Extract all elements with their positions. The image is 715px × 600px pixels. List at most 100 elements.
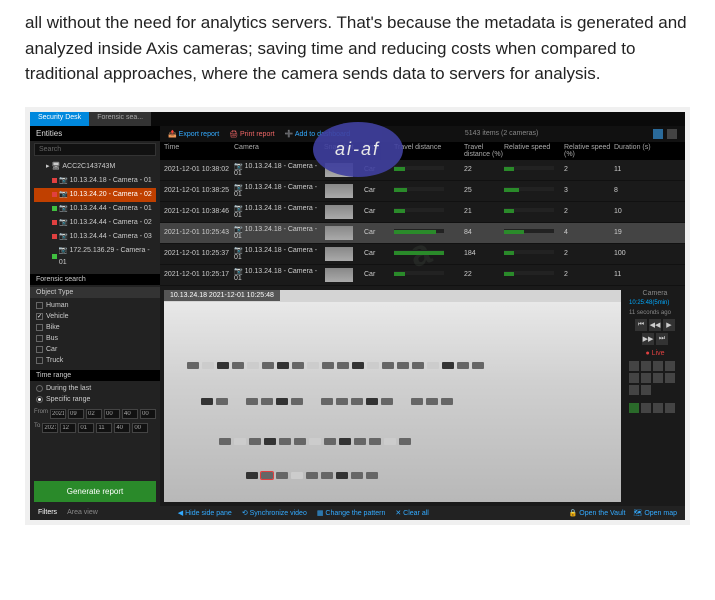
table-row[interactable]: 2021-12-01 10:38:46📷 10.13.24.18 - Camer… (160, 202, 685, 223)
table-row[interactable]: 2021-12-01 10:25:17📷 10.13.24.18 - Camer… (160, 265, 685, 286)
parking-lot-scene (164, 302, 621, 502)
checkbox-icon (36, 346, 43, 353)
cp-icon-8[interactable] (665, 373, 675, 383)
from-year[interactable] (50, 409, 66, 419)
object-type-checkbox[interactable]: Bus (36, 333, 154, 344)
video-overlay-title: 10.13.24.18 2021-12-01 10:25:48 (164, 290, 280, 301)
cp-icon-7[interactable] (653, 373, 663, 383)
cp-icon-1[interactable] (629, 361, 639, 371)
camera-tree: ▸ 🖥 ACC2C143743M 📷 10.13.24.18 - Camera … (30, 158, 160, 272)
cp-bottom-1[interactable] (629, 403, 639, 413)
to-month[interactable] (60, 423, 76, 433)
from-h[interactable] (104, 409, 120, 419)
forward-button[interactable]: ▶▶ (642, 333, 654, 345)
skip-fwd-button[interactable]: ⏭ (656, 333, 668, 345)
live-indicator[interactable]: ● Live (645, 350, 664, 357)
export-button[interactable]: 📤 Export report (168, 130, 219, 138)
object-type-header: Object Type (30, 287, 160, 298)
camera-tree-item[interactable]: 📷 10.13.24.44 - Camera - 03 (34, 230, 156, 244)
cp-icon-2[interactable] (641, 361, 651, 371)
to-day[interactable] (78, 423, 94, 433)
article-paragraph: all without the need for analytics serve… (0, 0, 715, 97)
camera-tree-item[interactable]: 📷 10.13.24.44 - Camera - 02 (34, 216, 156, 230)
object-type-checkbox[interactable]: Bike (36, 322, 154, 333)
checkbox-icon (36, 335, 43, 342)
cp-ago: 11 seconds ago (629, 310, 681, 316)
result-count: 5143 items (2 cameras) (360, 130, 643, 137)
status-icon (52, 192, 57, 197)
status-icon (52, 206, 57, 211)
object-type-checkbox[interactable]: Car (36, 344, 154, 355)
cp-timestamp: 10:25:48(5min) (629, 300, 681, 306)
video-player[interactable]: 10.13.24.18 2021-12-01 10:25:48 (164, 290, 621, 502)
clear-all-button[interactable]: ✕ Clear all (395, 509, 429, 517)
bottom-tab-area[interactable]: Area view (67, 509, 98, 516)
camera-tree-item[interactable]: 📷 10.13.24.44 - Camera - 01 (34, 202, 156, 216)
camera-tree-item[interactable]: 📷 10.13.24.20 - Camera - 02 (34, 188, 156, 202)
print-button[interactable]: 🖨 Print report (229, 130, 274, 138)
snapshot-thumbnail (325, 247, 353, 261)
to-m[interactable] (114, 423, 130, 433)
to-year[interactable] (42, 423, 58, 433)
cp-icon-6[interactable] (641, 373, 651, 383)
radio-during-last[interactable]: During the last (36, 383, 154, 394)
cp-icon-5[interactable] (629, 373, 639, 383)
object-type-checkbox[interactable]: Vehicle (36, 311, 154, 322)
sync-video-button[interactable]: ⟲ Synchronize video (242, 509, 307, 517)
bottom-tab-filters[interactable]: Filters (38, 509, 57, 516)
cp-title: Camera (629, 290, 681, 297)
tree-root[interactable]: ▸ 🖥 ACC2C143743M (34, 160, 156, 174)
forensic-header: Forensic search (30, 274, 160, 285)
play-button[interactable]: ▶ (663, 319, 675, 331)
cp-icon-4[interactable] (665, 361, 675, 371)
screenshot-container: ai-af a Security Desk Forensic sea... En… (25, 107, 690, 525)
table-row[interactable]: 2021-12-01 10:25:43📷 10.13.24.18 - Camer… (160, 223, 685, 244)
to-h[interactable] (96, 423, 112, 433)
snapshot-thumbnail (325, 184, 353, 198)
skip-back-button[interactable]: ⏮ (635, 319, 647, 331)
table-row[interactable]: 2021-12-01 10:25:37📷 10.13.24.18 - Camer… (160, 244, 685, 265)
cp-icon-3[interactable] (653, 361, 663, 371)
checkbox-icon (36, 357, 43, 364)
camera-tree-item[interactable]: 📷 172.25.136.29 - Camera - 01 (34, 244, 156, 270)
rewind-button[interactable]: ◀◀ (649, 319, 661, 331)
generate-report-button[interactable]: Generate report (34, 481, 156, 502)
view-list-icon[interactable] (667, 129, 677, 139)
object-type-checkbox[interactable]: Human (36, 300, 154, 311)
from-s[interactable] (140, 409, 156, 419)
checkbox-icon (36, 324, 43, 331)
cp-icon-10[interactable] (641, 385, 651, 395)
to-s[interactable] (132, 423, 148, 433)
content-area: 📤 Export report 🖨 Print report ➕ Add to … (160, 126, 685, 506)
status-icon (52, 178, 57, 183)
table-body: 2021-12-01 10:38:02📷 10.13.24.18 - Camer… (160, 160, 685, 286)
tab-forensic-search[interactable]: Forensic sea... (89, 112, 151, 126)
table-row[interactable]: 2021-12-01 10:38:02📷 10.13.24.18 - Camer… (160, 160, 685, 181)
from-month[interactable] (68, 409, 84, 419)
open-vault-button[interactable]: 🔒 Open the Vault (569, 509, 626, 517)
open-map-button[interactable]: 🗺 Open map (633, 509, 677, 517)
object-type-checkbox[interactable]: Truck (36, 355, 154, 366)
status-icon (52, 234, 57, 239)
checkbox-icon (36, 313, 43, 320)
video-area: 10.13.24.18 2021-12-01 10:25:48 Camera 1… (160, 286, 685, 506)
cp-bottom-3[interactable] (653, 403, 663, 413)
cp-icon-9[interactable] (629, 385, 639, 395)
snapshot-thumbnail (325, 268, 353, 282)
cp-bottom-2[interactable] (641, 403, 651, 413)
cp-bottom-4[interactable] (665, 403, 675, 413)
search-input[interactable]: Search (34, 143, 156, 156)
camera-tree-item[interactable]: 📷 10.13.24.18 - Camera - 01 (34, 174, 156, 188)
time-from-row: From (30, 407, 160, 421)
from-day[interactable] (86, 409, 102, 419)
change-pattern-button[interactable]: ▦ Change the pattern (317, 509, 386, 517)
bottom-bar: Filters Area view ◀ Hide side pane ⟲ Syn… (30, 506, 685, 520)
table-header: Time Camera Snapshot Type Travel distanc… (160, 142, 685, 160)
hide-pane-button[interactable]: ◀ Hide side pane (178, 509, 232, 517)
table-row[interactable]: 2021-12-01 10:38:25📷 10.13.24.18 - Camer… (160, 181, 685, 202)
status-icon (52, 254, 57, 259)
view-grid-icon[interactable] (653, 129, 663, 139)
tab-security-desk[interactable]: Security Desk (30, 112, 89, 126)
radio-specific-range[interactable]: Specific range (36, 394, 154, 405)
from-m[interactable] (122, 409, 138, 419)
